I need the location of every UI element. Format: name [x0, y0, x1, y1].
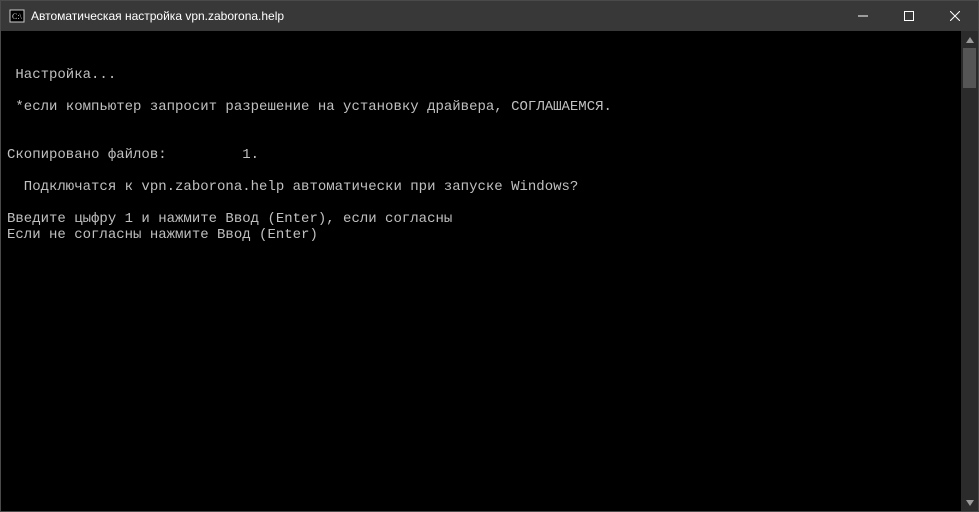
client-area: Настройка... *если компьютер запросит ра… — [1, 31, 978, 511]
console-window: C:\ Автоматическая настройка vpn.zaboron… — [0, 0, 979, 512]
minimize-button[interactable] — [840, 1, 886, 31]
close-button[interactable] — [932, 1, 978, 31]
cmd-icon: C:\ — [9, 8, 25, 24]
window-controls — [840, 1, 978, 31]
window-title: Автоматическая настройка vpn.zaborona.he… — [31, 9, 284, 23]
maximize-button[interactable] — [886, 1, 932, 31]
console-output[interactable]: Настройка... *если компьютер запросит ра… — [1, 31, 961, 511]
titlebar[interactable]: C:\ Автоматическая настройка vpn.zaboron… — [1, 1, 978, 31]
vertical-scrollbar[interactable] — [961, 31, 978, 511]
scroll-up-button[interactable] — [961, 31, 978, 48]
scroll-thumb[interactable] — [963, 48, 976, 88]
svg-text:C:\: C:\ — [12, 12, 23, 21]
scroll-down-button[interactable] — [961, 494, 978, 511]
